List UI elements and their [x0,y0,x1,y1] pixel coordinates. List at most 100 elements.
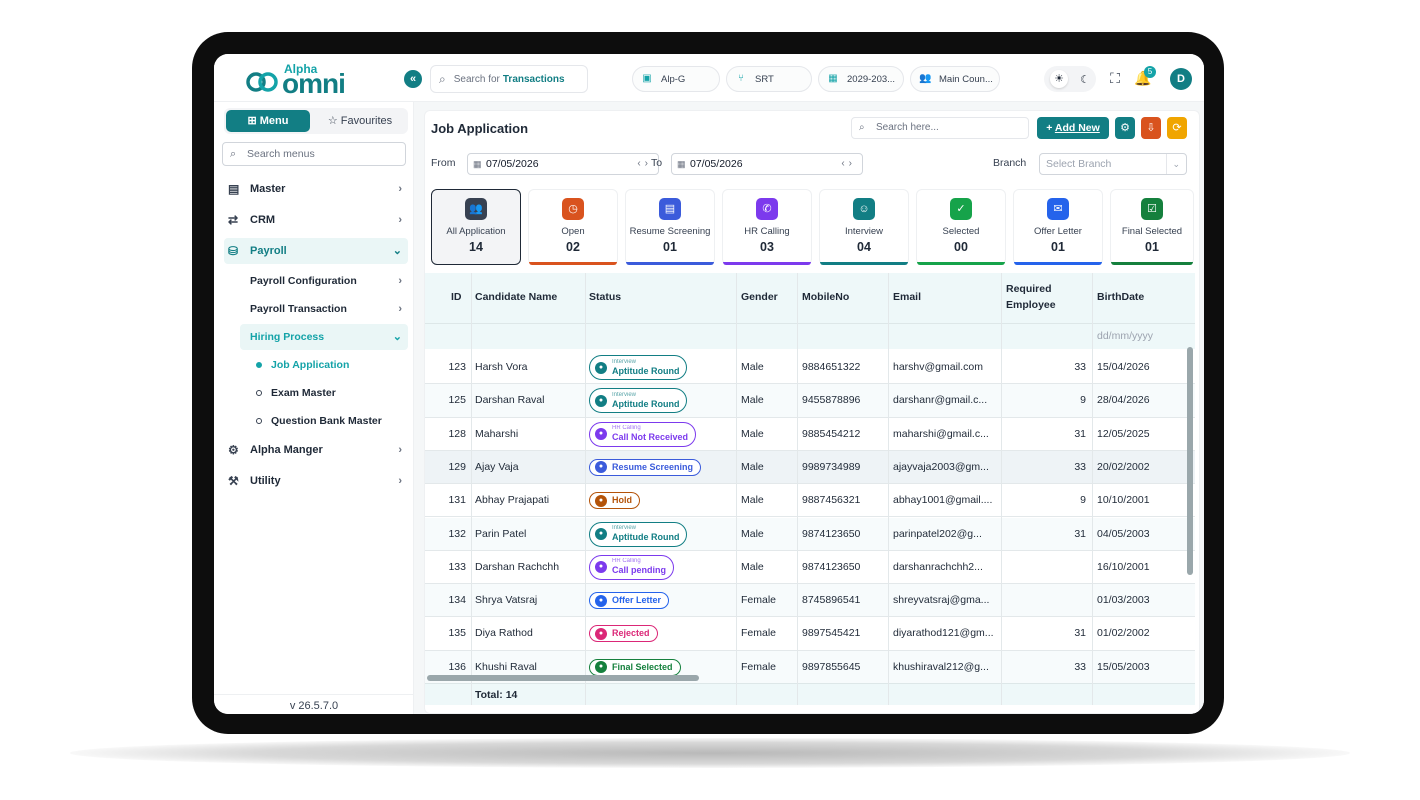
export-icon[interactable]: ⇩ [1141,117,1161,139]
table-row[interactable]: 123 Harsh Vora Male 9884651322 harshv@gmail.… [425,351,1195,385]
status-badge[interactable]: ● Interview Aptitude Round [589,388,688,414]
refresh-icon[interactable]: ⟳ [1167,117,1187,139]
stat-card-offer-letter[interactable]: ✉ Offer Letter 01 [1013,189,1103,265]
date-nav-icon[interactable]: ‹› [841,154,856,174]
stat-card-resume-screening[interactable]: ▤ Resume Screening 01 [625,189,715,265]
header-gender[interactable]: Gender [741,291,778,303]
from-date-input[interactable]: ▦ 07/05/2026 ‹› [467,153,659,175]
avatar[interactable]: D [1170,68,1192,90]
status-label: Aptitude Round [612,365,680,376]
cell-email: maharshi@gmail.c... [893,427,989,440]
status-badge[interactable]: ● Rejected [589,625,658,643]
table-row[interactable]: 135 Diya Rathod Female 9897545421 diyarathod… [425,617,1195,651]
stat-card-interview[interactable]: ☺ Interview 04 [819,189,909,265]
branch-selector[interactable]: ⑂ SRT [726,66,812,92]
column-divider [471,273,472,705]
cell-required-employee: 33 [1074,361,1086,373]
chevron-right-icon: › [398,275,402,287]
add-new-button[interactable]: + Add New [1037,117,1109,139]
status-icon: ● [595,661,607,674]
stat-accent-bar [1014,262,1102,265]
search-icon: ⌕ [439,71,446,86]
sidebar-item-payroll-configuration[interactable]: Payroll Configuration › [240,268,408,294]
cell-mobile: 9887456321 [802,494,861,507]
status-badge[interactable]: ● HR Calling Call pending [589,554,674,580]
transaction-search[interactable]: ⌕ Search for Transactions [430,65,588,93]
stat-card-open[interactable]: ◷ Open 02 [528,189,618,265]
stat-card-selected[interactable]: ✓ Selected 00 [916,189,1006,265]
phone-icon: ✆ [756,198,778,220]
table-body: 123 Harsh Vora Male 9884651322 harshv@gmail.… [425,351,1195,684]
app-logo[interactable]: Alpha omni [246,62,366,99]
company-selector[interactable]: ▣ Alp-G [632,66,720,92]
status-badge[interactable]: ● Hold [589,492,640,510]
sidebar-item-master[interactable]: ▤ Master › [224,176,408,202]
status-badge[interactable]: ● Final Selected [589,658,681,676]
sidebar-item-question-bank-master[interactable]: Question Bank Master [256,409,408,433]
tab-menu[interactable]: ⊞ Menu [226,110,310,132]
sidebar-item-alpha-manger[interactable]: ⚙ Alpha Manger › [224,437,408,463]
header-status[interactable]: Status [589,291,621,303]
horizontal-scrollbar[interactable] [427,675,699,681]
sidebar-item-payroll[interactable]: ⛁ Payroll ⌄ [224,238,408,264]
stat-count: 04 [857,240,871,254]
cell-gender: Male [741,527,764,540]
sun-icon[interactable]: ☀ [1050,70,1069,88]
clock-icon: ◷ [562,198,584,220]
app-screen: Alpha omni « ⌕ Search for Transactions ▣… [214,54,1204,714]
table-row[interactable]: 129 Ajay Vaja Male 9989734989 ajayvaja2003@g… [425,450,1195,485]
stat-card-all-application[interactable]: 👥 All Application 14 [431,189,521,265]
sidebar-item-payroll-transaction[interactable]: Payroll Transaction › [240,296,408,322]
sidebar-item-exam-master[interactable]: Exam Master [256,381,408,405]
logo-omni-text: omni [282,68,346,99]
header-birthdate[interactable]: BirthDate [1097,291,1144,303]
header-id[interactable]: ID [451,291,462,303]
header-mobile[interactable]: MobileNo [802,291,849,303]
header-employee[interactable]: Employee [1006,299,1056,311]
status-badge[interactable]: ● Resume Screening [589,458,702,476]
table-row[interactable]: 128 Maharshi Male 9885454212 maharshi@gmail.… [425,418,1195,451]
header-candidate-name[interactable]: Candidate Name [475,291,557,303]
calendar-icon: ▦ [677,159,686,169]
sidebar-item-label: Exam Master [271,387,336,399]
header-email[interactable]: Email [893,291,921,303]
to-date-input[interactable]: ▦ 07/05/2026 ‹› [671,153,863,175]
vertical-scrollbar[interactable] [1187,347,1193,575]
cell-id: 123 [448,361,466,373]
status-icon: ● [595,494,607,507]
fullscreen-icon[interactable]: ⛶ [1106,69,1124,87]
cell-gender: Male [741,494,764,507]
cell-gender: Male [741,361,764,373]
settings-icon[interactable]: ⚙ [1115,117,1135,139]
status-badge[interactable]: ● Offer Letter [589,592,670,610]
menu-search-input[interactable]: ⌕ Search menus [222,142,406,166]
search-input[interactable]: ⌕ Search here... [851,117,1029,139]
cell-birthdate: 15/05/2003 [1097,660,1150,673]
stat-card-hr-calling[interactable]: ✆ HR Calling 03 [722,189,812,265]
stat-card-final-selected[interactable]: ☑ Final Selected 01 [1110,189,1194,265]
financial-year-selector[interactable]: ▦ 2029-203... [818,66,904,92]
table-row[interactable]: 131 Abhay Prajapati Male 9887456321 abhay100… [425,484,1195,518]
birthdate-filter-input[interactable]: dd/mm/yyyy [1097,330,1153,342]
sidebar-item-utility[interactable]: ⚒ Utility › [224,468,408,494]
table-row[interactable]: 134 Shrya Vatsraj Female 8745896541 shreyvat… [425,584,1195,618]
status-badge[interactable]: ● Interview Aptitude Round [589,521,688,547]
status-badge[interactable]: ● HR Calling Call Not Received [589,421,697,447]
collapse-sidebar-icon[interactable]: « [404,70,422,88]
sidebar-item-crm[interactable]: ⇄ CRM › [224,207,408,233]
date-nav-icon[interactable]: ‹› [637,154,652,174]
theme-toggle[interactable]: ☀ ☾ [1044,66,1096,92]
header-required[interactable]: Required [1006,283,1052,295]
sidebar-item-hiring-process[interactable]: Hiring Process ⌄ [240,324,408,350]
table-row[interactable]: 132 Parin Patel Male 9874123650 parinpatel20… [425,517,1195,551]
to-date-value: 07/05/2026 [690,158,743,170]
table-row[interactable]: 133 Darshan Rachchh Male 9874123650 darshanr… [425,551,1195,585]
status-label: Rejected [612,628,650,639]
sidebar-item-job-application[interactable]: Job Application [256,353,408,377]
moon-icon[interactable]: ☾ [1080,73,1090,86]
counter-selector[interactable]: 👥 Main Coun... [910,66,1000,92]
status-badge[interactable]: ● Interview Aptitude Round [589,355,688,380]
tab-favourites[interactable]: ☆ Favourites [316,110,404,132]
branch-select[interactable]: Select Branch ⌄ [1039,153,1187,175]
table-row[interactable]: 125 Darshan Raval Male 9455878896 darshanr@g… [425,384,1195,418]
